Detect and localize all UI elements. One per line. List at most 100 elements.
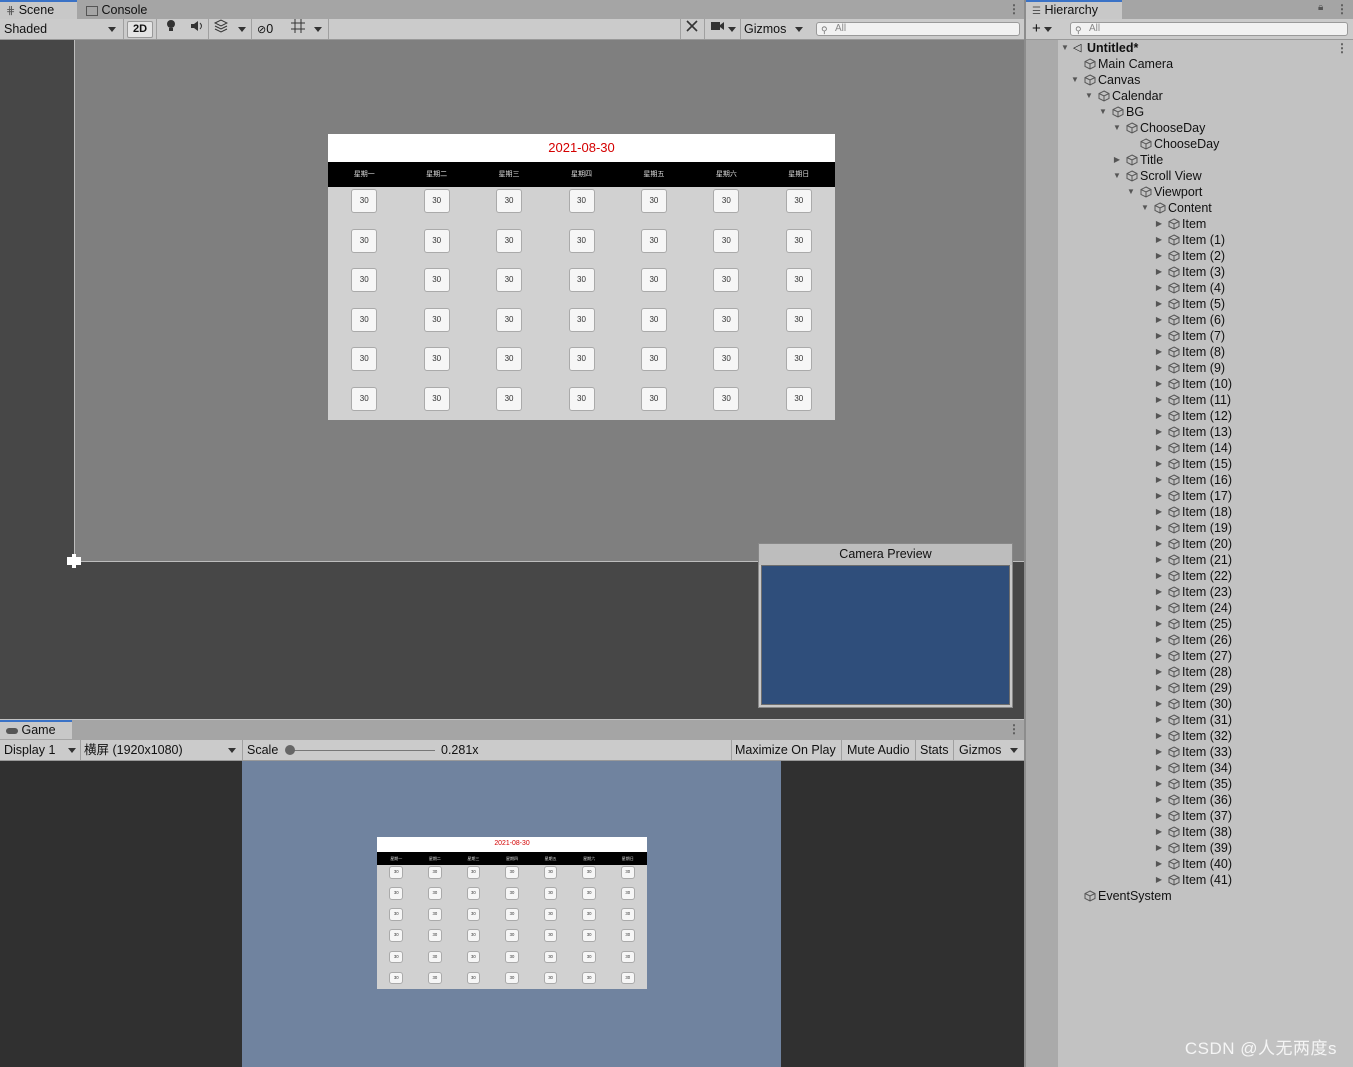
scene-calendar-day-cell[interactable]: 30 (423, 228, 450, 253)
hierarchy-item[interactable]: ▶ Item (24) (1026, 600, 1353, 616)
scene-calendar-day-cell[interactable]: 30 (568, 347, 595, 372)
hierarchy-item[interactable]: ▶ Item (23) (1026, 584, 1353, 600)
collapse-arrow-icon[interactable]: ▶ (1154, 504, 1164, 520)
scene-calendar-day-cell[interactable]: 30 (568, 307, 595, 332)
collapse-arrow-icon[interactable]: ▶ (1154, 872, 1164, 888)
scene-calendar-day-cell[interactable]: 30 (423, 347, 450, 372)
effects-dropdown[interactable] (238, 19, 248, 39)
hierarchy-item[interactable]: ▶ Item (18) (1026, 504, 1353, 520)
game-calendar-day-cell[interactable]: 30 (505, 929, 519, 943)
collapse-arrow-icon[interactable]: ▶ (1154, 728, 1164, 744)
game-calendar-day-cell[interactable]: 30 (466, 971, 481, 985)
collapse-arrow-icon[interactable]: ▶ (1154, 328, 1164, 344)
game-calendar-day-cell[interactable]: 30 (466, 908, 481, 922)
scene-calendar-day-cell[interactable]: 30 (785, 228, 812, 253)
maximize-on-play-button[interactable]: Maximize On Play (735, 740, 836, 760)
hierarchy-item[interactable]: ▶ Item (13) (1026, 424, 1353, 440)
collapse-arrow-icon[interactable]: ▶ (1112, 152, 1122, 168)
scene-menu-icon[interactable]: ⋮ (1008, 2, 1020, 16)
scene-calendar-day-cell[interactable]: 30 (785, 268, 812, 293)
hierarchy-item[interactable]: ▶ Item (26) (1026, 632, 1353, 648)
game-calendar-day-cell[interactable]: 30 (389, 908, 404, 922)
collapse-arrow-icon[interactable]: ▶ (1154, 808, 1164, 824)
collapse-arrow-icon[interactable]: ▶ (1154, 824, 1164, 840)
collapse-arrow-icon[interactable]: ▶ (1154, 232, 1164, 248)
hierarchy-item[interactable]: ▶ Item (35) (1026, 776, 1353, 792)
game-calendar-day-cell[interactable]: 30 (582, 887, 597, 901)
scene-calendar-day-cell[interactable]: 30 (640, 347, 667, 372)
collapse-arrow-icon[interactable]: ▶ (1154, 520, 1164, 536)
hierarchy-item[interactable]: ▶ Item (14) (1026, 440, 1353, 456)
collapse-arrow-icon[interactable]: ▶ (1154, 600, 1164, 616)
tools-icon[interactable] (685, 19, 699, 39)
scene-calendar-day-cell[interactable]: 30 (351, 307, 378, 332)
collapse-arrow-icon[interactable]: ▶ (1154, 712, 1164, 728)
expand-arrow-icon[interactable]: ▼ (1140, 200, 1150, 216)
hierarchy-search-input[interactable]: ⚲ All (1070, 22, 1348, 36)
hierarchy-item[interactable]: ▶ Item (19) (1026, 520, 1353, 536)
hierarchy-item[interactable]: ▼ ChooseDay (1026, 120, 1353, 136)
hierarchy-item[interactable]: ▶ Item (27) (1026, 648, 1353, 664)
hierarchy-item[interactable]: ▶ Item (2) (1026, 248, 1353, 264)
scene-calendar-day-cell[interactable]: 30 (351, 228, 378, 253)
game-gizmos-dropdown[interactable] (1010, 740, 1020, 760)
scene-calendar-day-cell[interactable]: 30 (713, 307, 740, 332)
hierarchy-item[interactable]: ▶ Item (37) (1026, 808, 1353, 824)
game-calendar-day-cell[interactable]: 30 (543, 908, 558, 922)
mute-audio-button[interactable]: Mute Audio (847, 740, 910, 760)
scale-slider-track[interactable] (290, 750, 435, 751)
hierarchy-item[interactable]: ▶ Item (9) (1026, 360, 1353, 376)
collapse-arrow-icon[interactable]: ▶ (1154, 312, 1164, 328)
scene-calendar-day-cell[interactable]: 30 (496, 189, 523, 213)
scene-calendar-day-cell[interactable]: 30 (423, 189, 450, 213)
hierarchy-item[interactable]: ▶ Item (16) (1026, 472, 1353, 488)
game-calendar-day-cell[interactable]: 30 (582, 908, 597, 922)
hierarchy-item[interactable]: ▶ Item (3) (1026, 264, 1353, 280)
scene-calendar-day-cell[interactable]: 30 (713, 189, 740, 213)
grid-dropdown[interactable] (314, 19, 324, 39)
tab-game[interactable]: Game (0, 720, 72, 739)
scene-calendar-day-cell[interactable]: 30 (496, 347, 523, 372)
collapse-arrow-icon[interactable]: ▶ (1154, 248, 1164, 264)
game-view[interactable]: 2021-08-30 星期一 星期二 星期三 星期四 星期五 星期六 星期日 30 30 30 30 3… (0, 761, 1024, 1067)
scene-calendar-day-cell[interactable]: 30 (568, 387, 595, 411)
collapse-arrow-icon[interactable]: ▶ (1154, 568, 1164, 584)
collapse-arrow-icon[interactable]: ▶ (1154, 424, 1164, 440)
expand-arrow-icon[interactable]: ▼ (1070, 72, 1080, 88)
scene-calendar-day-cell[interactable]: 30 (496, 307, 523, 332)
game-calendar-day-cell[interactable]: 30 (466, 887, 481, 901)
hierarchy-item[interactable]: ▶ Item (5) (1026, 296, 1353, 312)
scene-calendar-day-cell[interactable]: 30 (423, 307, 450, 332)
scene-calendar-day-cell[interactable]: 30 (640, 189, 667, 213)
game-calendar-day-cell[interactable]: 30 (466, 950, 481, 964)
expand-arrow-icon[interactable]: ▼ (1060, 40, 1070, 56)
collapse-arrow-icon[interactable]: ▶ (1154, 296, 1164, 312)
effects-icon[interactable] (213, 19, 230, 39)
hierarchy-item[interactable]: ▶ Item (32) (1026, 728, 1353, 744)
scene-calendar-day-cell[interactable]: 30 (351, 347, 378, 372)
tab-scene[interactable]: ⋕ Scene (0, 0, 77, 19)
scene-calendar-day-cell[interactable]: 30 (351, 189, 378, 213)
collapse-arrow-icon[interactable]: ▶ (1154, 552, 1164, 568)
hierarchy-item[interactable]: ▶ Item (11) (1026, 392, 1353, 408)
scene-calendar-day-cell[interactable]: 30 (351, 387, 378, 411)
hierarchy-item[interactable]: ▼ Canvas (1026, 72, 1353, 88)
game-calendar-day-cell[interactable]: 30 (389, 971, 404, 985)
hierarchy-item[interactable]: ▶ Item (40) (1026, 856, 1353, 872)
scene-calendar-day-cell[interactable]: 30 (713, 387, 740, 411)
game-calendar-day-cell[interactable]: 30 (582, 950, 597, 964)
collapse-arrow-icon[interactable]: ▶ (1154, 632, 1164, 648)
hierarchy-item[interactable]: ▶ Item (28) (1026, 664, 1353, 680)
expand-arrow-icon[interactable]: ▼ (1112, 168, 1122, 184)
hierarchy-item[interactable]: ▶ Item (17) (1026, 488, 1353, 504)
scene-row-menu-icon[interactable]: ⋮ (1336, 40, 1348, 56)
game-calendar-day-cell[interactable]: 30 (505, 887, 519, 901)
collapse-arrow-icon[interactable]: ▶ (1154, 696, 1164, 712)
collapse-arrow-icon[interactable]: ▶ (1154, 280, 1164, 296)
hierarchy-item[interactable]: ▶ Item (20) (1026, 536, 1353, 552)
gizmos-dropdown[interactable] (795, 19, 805, 39)
collapse-arrow-icon[interactable]: ▶ (1154, 744, 1164, 760)
hierarchy-item[interactable]: ▶ Item (15) (1026, 456, 1353, 472)
game-calendar-day-cell[interactable]: 30 (389, 866, 404, 880)
scene-calendar-day-cell[interactable]: 30 (423, 268, 450, 293)
